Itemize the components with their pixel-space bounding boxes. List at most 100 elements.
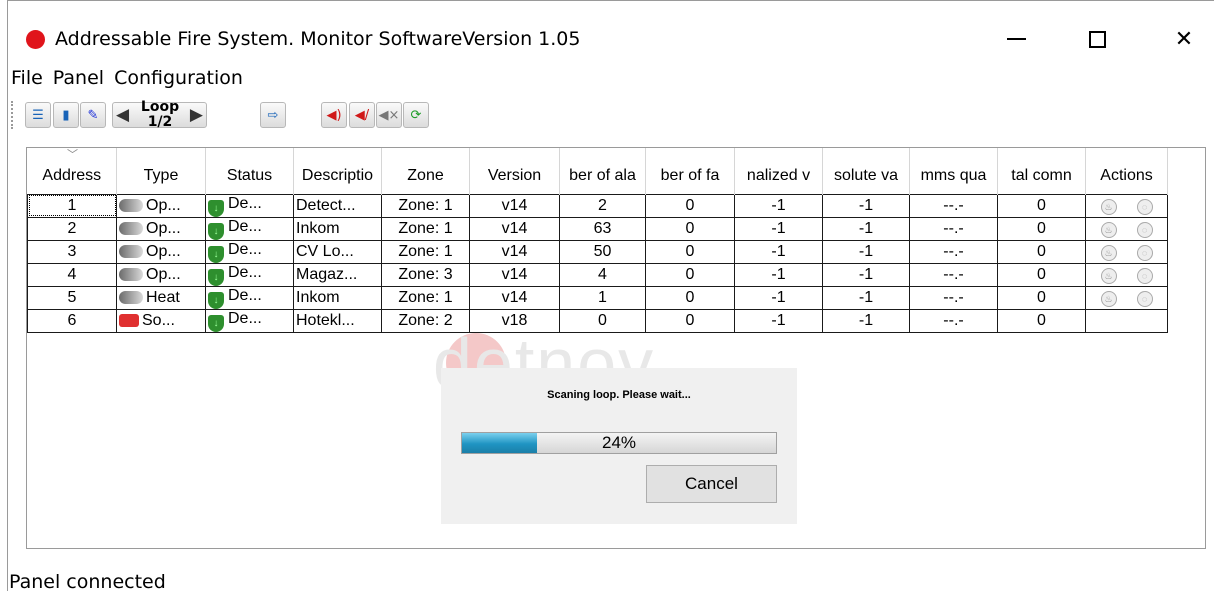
menu-configuration[interactable]: Configuration (114, 67, 243, 95)
fire-test-icon[interactable]: ♨ (1100, 267, 1117, 284)
table-row[interactable]: 5 Heat ↓ De... Inkom Zone: 1 v14 1 0 -1 -1 --.- 0 ♨ ◌ (27, 285, 1168, 310)
cell-zone[interactable]: Zone: 1 (381, 216, 470, 241)
cell-absolute[interactable]: -1 (822, 193, 910, 218)
cell-alarms[interactable]: 63 (559, 216, 646, 241)
led-test-icon[interactable]: ◌ (1136, 244, 1153, 261)
led-test-icon[interactable]: ◌ (1136, 267, 1153, 284)
cell-status[interactable]: ↓ De... (205, 285, 294, 310)
refresh-button[interactable]: ⟳ (403, 102, 429, 128)
cell-address[interactable]: 1 (27, 193, 117, 218)
minimize-button[interactable] (993, 21, 1039, 57)
fire-test-icon[interactable]: ♨ (1100, 221, 1117, 238)
cell-status[interactable]: ↓ De... (205, 193, 294, 218)
cell-type[interactable]: Op... (116, 262, 206, 287)
table-row[interactable]: 4 Op... ↓ De... Magaz... Zone: 3 v14 4 0 -1 -1 --.-… (27, 262, 1168, 287)
export-button[interactable]: ⇨ (260, 102, 286, 128)
cell-version[interactable]: v14 (469, 285, 560, 310)
sound-on-button[interactable]: ◀) (321, 102, 347, 128)
cell-type[interactable]: Op... (116, 239, 206, 264)
cell-zone[interactable]: Zone: 1 (381, 285, 470, 310)
led-test-icon[interactable]: ◌ (1136, 290, 1153, 307)
cell-comms_quality[interactable]: --.- (909, 216, 998, 241)
silence-button[interactable]: ◀/ (349, 102, 375, 128)
column-header[interactable]: ber of ala (559, 148, 646, 194)
cell-absolute[interactable]: -1 (822, 308, 910, 333)
menu-file[interactable]: File (11, 67, 43, 95)
column-header[interactable]: Version (469, 148, 560, 194)
cell-normalized[interactable]: -1 (734, 193, 823, 218)
cell-normalized[interactable]: -1 (734, 216, 823, 241)
cell-total_comm[interactable]: 0 (997, 262, 1086, 287)
cell-description[interactable]: Inkom (293, 285, 382, 310)
cell-address[interactable]: 5 (27, 285, 117, 310)
led-test-icon[interactable]: ◌ (1136, 198, 1153, 215)
menu-panel[interactable]: Panel (53, 67, 104, 95)
mute-button[interactable]: ◀× (376, 102, 402, 128)
column-header[interactable]: tal comn (997, 148, 1086, 194)
cell-version[interactable]: v14 (469, 193, 560, 218)
cell-absolute[interactable]: -1 (822, 262, 910, 287)
cell-address[interactable]: 6 (27, 308, 117, 333)
cell-faults[interactable]: 0 (645, 193, 735, 218)
cell-comms_quality[interactable]: --.- (909, 308, 998, 333)
cell-type[interactable]: Heat (116, 285, 206, 310)
cell-description[interactable]: CV Lo... (293, 239, 382, 264)
column-header[interactable]: Status (205, 148, 294, 194)
cell-version[interactable]: v14 (469, 239, 560, 264)
fire-test-icon[interactable]: ♨ (1100, 244, 1117, 261)
cell-faults[interactable]: 0 (645, 308, 735, 333)
cell-zone[interactable]: Zone: 1 (381, 193, 470, 218)
cell-version[interactable]: v14 (469, 216, 560, 241)
list-view-button[interactable]: ☰ (25, 102, 51, 128)
led-test-icon[interactable]: ◌ (1136, 221, 1153, 238)
cell-description[interactable]: Inkom (293, 216, 382, 241)
cell-description[interactable]: Detect... (293, 193, 382, 218)
cell-description[interactable]: Hotekl... (293, 308, 382, 333)
cell-comms_quality[interactable]: --.- (909, 262, 998, 287)
cell-absolute[interactable]: -1 (822, 239, 910, 264)
cell-absolute[interactable]: -1 (822, 216, 910, 241)
loop-prev-button[interactable]: ◀ (116, 105, 129, 125)
cell-total_comm[interactable]: 0 (997, 308, 1086, 333)
cell-normalized[interactable]: -1 (734, 239, 823, 264)
cell-zone[interactable]: Zone: 1 (381, 239, 470, 264)
report-button[interactable]: ▮ (53, 102, 79, 128)
cell-comms_quality[interactable]: --.- (909, 239, 998, 264)
cell-version[interactable]: v14 (469, 262, 560, 287)
fire-test-icon[interactable]: ♨ (1100, 198, 1117, 215)
cell-status[interactable]: ↓ De... (205, 308, 294, 333)
table-row[interactable]: 1 Op... ↓ De... Detect... Zone: 1 v14 2 0 -1 -1 --.… (27, 193, 1168, 218)
cell-description[interactable]: Magaz... (293, 262, 382, 287)
edit-button[interactable]: ✎ (80, 102, 106, 128)
cancel-button[interactable]: Cancel (646, 465, 777, 503)
cell-normalized[interactable]: -1 (734, 308, 823, 333)
cell-status[interactable]: ↓ De... (205, 216, 294, 241)
cell-type[interactable]: Op... (116, 193, 206, 218)
cell-alarms[interactable]: 2 (559, 193, 646, 218)
cell-status[interactable]: ↓ De... (205, 239, 294, 264)
column-header[interactable]: Actions (1085, 148, 1168, 194)
maximize-button[interactable] (1074, 21, 1120, 57)
cell-alarms[interactable]: 1 (559, 285, 646, 310)
column-header[interactable]: mms qua (909, 148, 998, 194)
cell-type[interactable]: So... (116, 308, 206, 333)
table-row[interactable]: 2 Op... ↓ De... Inkom Zone: 1 v14 63 0 -1 -1 --.- 0 ♨… (27, 216, 1168, 241)
cell-comms_quality[interactable]: --.- (909, 285, 998, 310)
column-header[interactable]: ber of fa (645, 148, 735, 194)
cell-address[interactable]: 4 (27, 262, 117, 287)
toolbar-grip[interactable] (11, 101, 15, 129)
cell-alarms[interactable]: 4 (559, 262, 646, 287)
cell-zone[interactable]: Zone: 3 (381, 262, 470, 287)
cell-comms_quality[interactable]: --.- (909, 193, 998, 218)
cell-type[interactable]: Op... (116, 216, 206, 241)
cell-address[interactable]: 2 (27, 216, 117, 241)
close-button[interactable]: ✕ (1161, 21, 1207, 57)
column-header[interactable]: solute va (822, 148, 910, 194)
cell-address[interactable]: 3 (27, 239, 117, 264)
cell-faults[interactable]: 0 (645, 216, 735, 241)
column-header[interactable]: Type (116, 148, 206, 194)
cell-total_comm[interactable]: 0 (997, 239, 1086, 264)
cell-normalized[interactable]: -1 (734, 285, 823, 310)
cell-absolute[interactable]: -1 (822, 285, 910, 310)
cell-total_comm[interactable]: 0 (997, 193, 1086, 218)
